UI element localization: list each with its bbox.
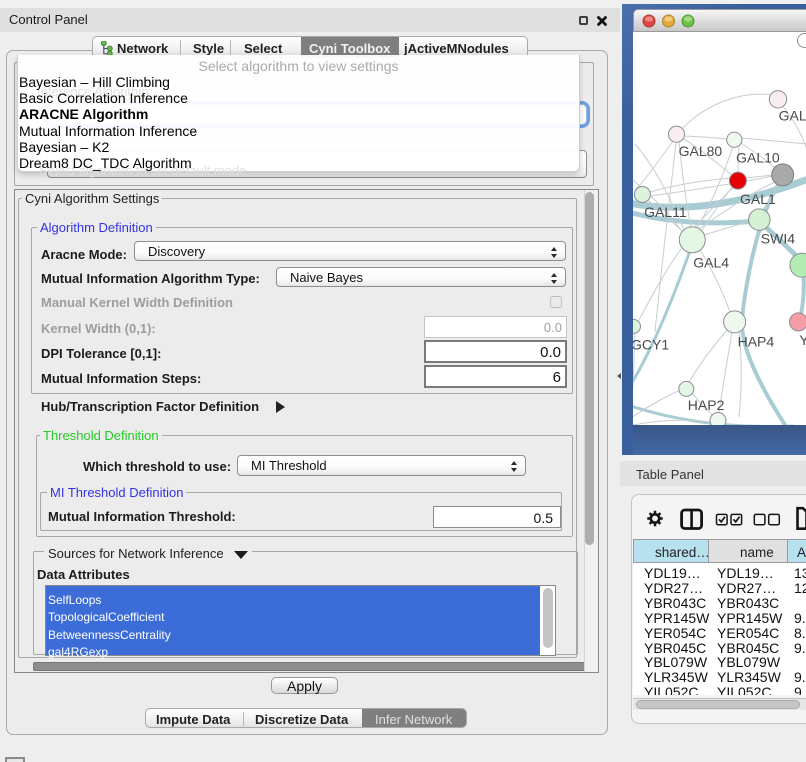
svg-text:HAP2: HAP2 <box>688 397 725 413</box>
svg-text:GAL11: GAL11 <box>644 204 687 220</box>
svg-text:GAL80: GAL80 <box>679 143 723 159</box>
svg-text:GAL10: GAL10 <box>736 149 780 165</box>
svg-text:GAL2: GAL2 <box>779 108 806 124</box>
svg-text:YD: YD <box>799 332 806 348</box>
svg-text:HAP4: HAP4 <box>738 334 775 350</box>
svg-text:GAL4: GAL4 <box>693 255 729 271</box>
svg-text:SWI4: SWI4 <box>761 231 795 247</box>
svg-text:GCY1: GCY1 <box>633 336 669 352</box>
svg-text:GAL1: GAL1 <box>740 191 776 207</box>
